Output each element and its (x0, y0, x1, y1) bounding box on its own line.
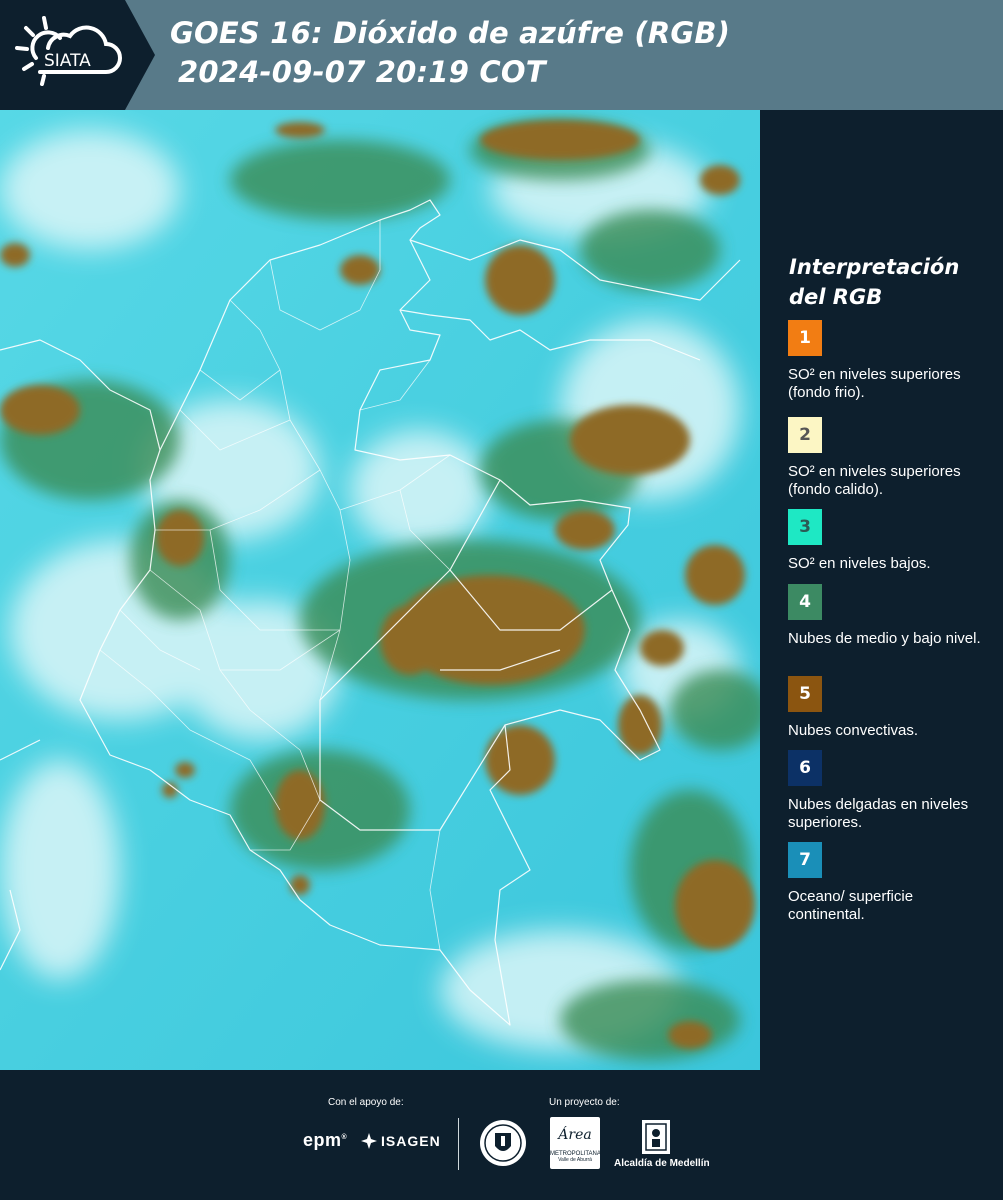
legend-label: SO² en niveles superiores (fondo frio). (788, 366, 961, 401)
project-label: Un proyecto de: (549, 1097, 620, 1108)
timestamp: 2024-09-07 20:19 COT (178, 55, 546, 89)
support-label: Con el apoyo de: (328, 1097, 404, 1108)
logo-text: SIATA (44, 51, 91, 71)
alcaldia-label: Alcaldía de Medellín (614, 1158, 710, 1169)
isagen-logo-text: ISAGEN (381, 1133, 441, 1149)
area-metropolitana-logo: Área METROPOLITANA Valle de Aburrá (550, 1117, 601, 1169)
legend-item-5: 5 Nubes convectivas. (788, 676, 993, 740)
legend-swatch: 7 (788, 842, 822, 878)
legend-swatch: 5 (788, 676, 822, 712)
epm-logo: epm® (303, 1130, 348, 1150)
legend-title: Interpretación del RGB (789, 255, 960, 309)
legend-swatch: 3 (788, 509, 822, 545)
legend-item-6: 6 Nubes delgadas en niveles superiores. (788, 750, 993, 832)
legend-label: Nubes convectivas. (788, 722, 919, 739)
legend-label: SO² en niveles bajos. (788, 555, 931, 572)
header: SIATA GOES 16: Dióxido de azúfre (RGB) 2… (0, 0, 1003, 110)
shield-icon (642, 1120, 670, 1154)
legend-swatch: 1 (788, 320, 822, 356)
footer-divider (458, 1118, 459, 1170)
legend-item-2: 2 SO² en niveles superiores (fondo calid… (788, 417, 993, 499)
page-title: GOES 16: Dióxido de azúfre (RGB) (170, 16, 731, 50)
legend-item-1: 1 SO² en niveles superiores (fondo frio)… (788, 320, 993, 402)
legend-item-4: 4 Nubes de medio y bajo nivel. (788, 584, 993, 648)
legend-swatch: 4 (788, 584, 822, 620)
alcaldia-shield (640, 1118, 672, 1161)
footer: Con el apoyo de: Un proyecto de: epm® IS… (0, 1070, 1003, 1200)
isagen-logo: ISAGEN (360, 1132, 441, 1150)
legend-swatch: 2 (788, 417, 822, 453)
epm-logo-text: epm (303, 1130, 342, 1150)
isagen-star-icon (361, 1133, 377, 1149)
seal-icon (480, 1120, 526, 1166)
legend-label: Nubes de medio y bajo nivel. (788, 630, 981, 647)
medellin-seal (478, 1118, 528, 1173)
area-logo-subtitle2: Valle de Aburrá (558, 1157, 592, 1163)
legend-item-7: 7 Oceano/ superficie continental. (788, 842, 993, 924)
siata-logo: SIATA (0, 0, 155, 110)
satellite-image (0, 110, 760, 1070)
legend-swatch: 6 (788, 750, 822, 786)
legend-label: SO² en niveles superiores (fondo calido)… (788, 463, 961, 498)
legend-panel: Interpretación del RGB 1 SO² en niveles … (760, 110, 1003, 1070)
area-logo-name: Área (558, 1127, 592, 1143)
legend-label: Oceano/ superficie continental. (788, 888, 914, 923)
legend-label: Nubes delgadas en niveles superiores. (788, 796, 969, 831)
legend-item-3: 3 SO² en niveles bajos. (788, 509, 993, 573)
sun-cloud-icon: SIATA (15, 16, 122, 86)
